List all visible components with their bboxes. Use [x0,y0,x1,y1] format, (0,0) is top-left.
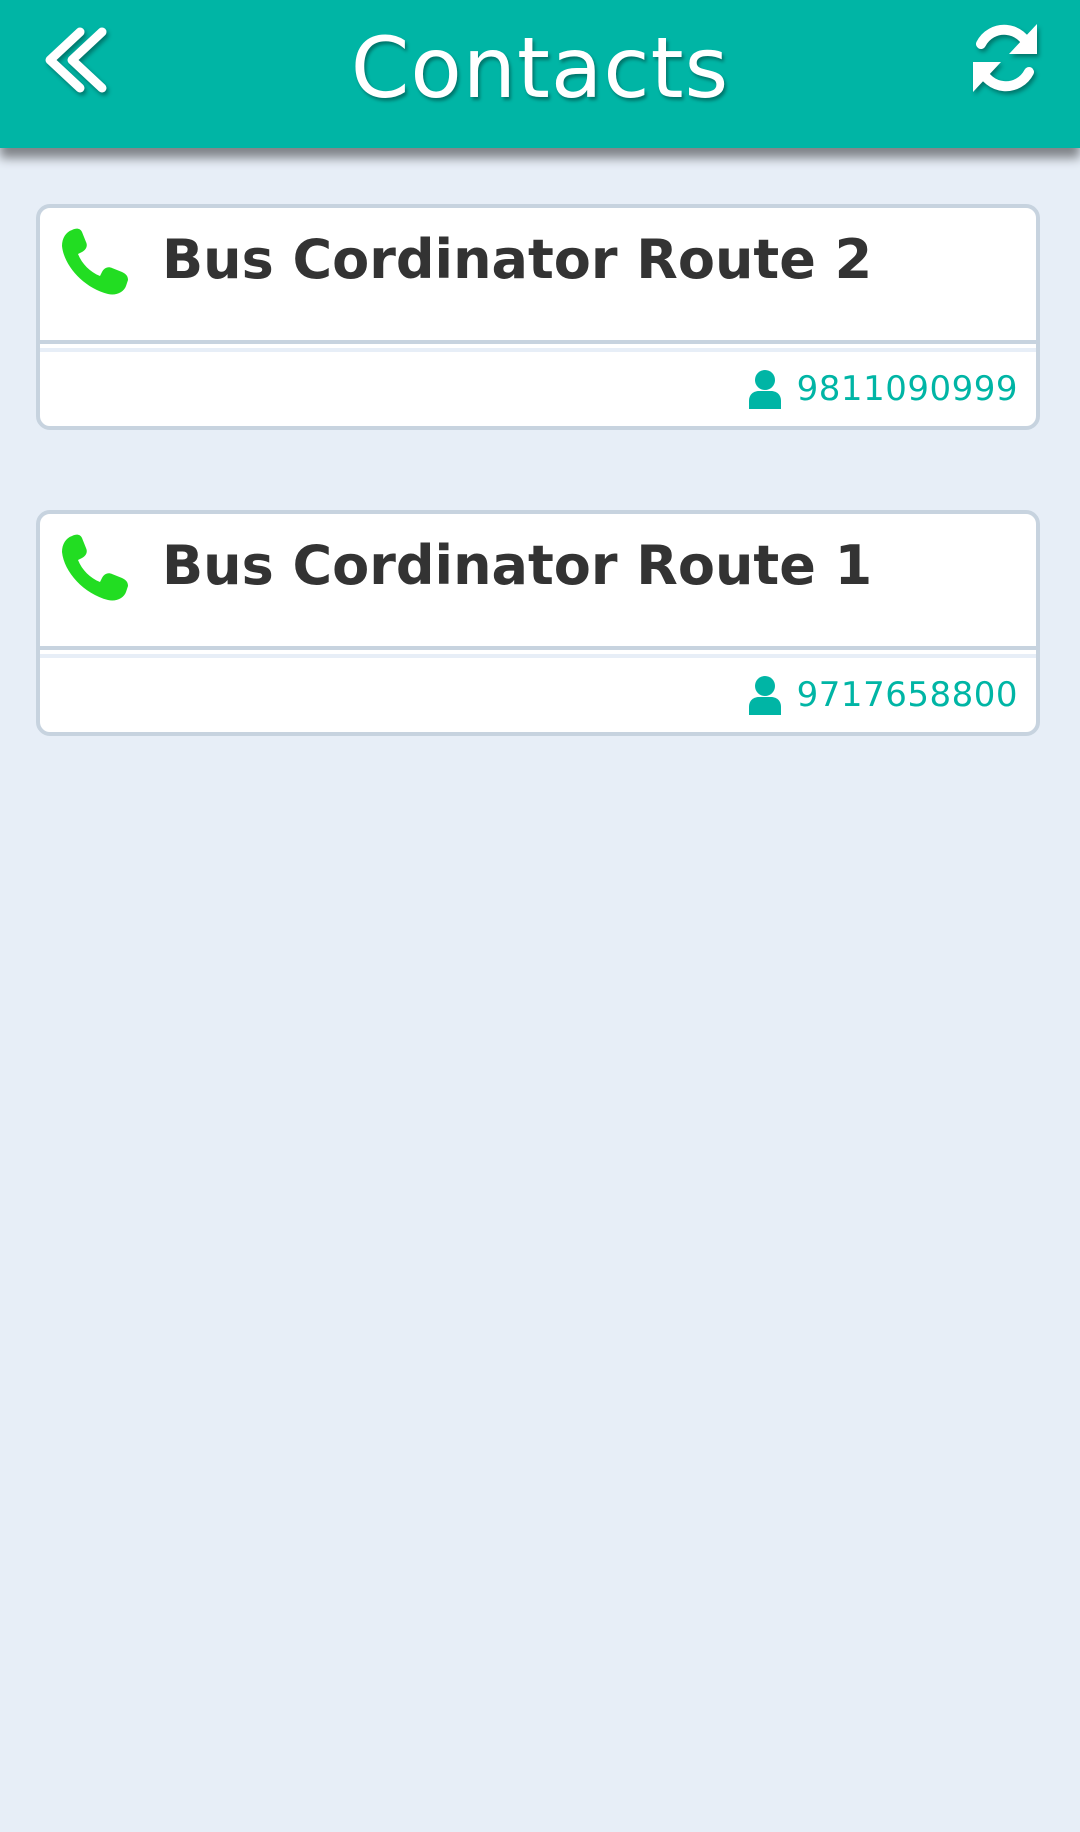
contact-card[interactable]: Bus Cordinator Route 1 9717658800 [36,510,1040,736]
phone-icon[interactable] [58,226,130,298]
contact-phone-number[interactable]: 9811090999 [797,364,1018,414]
contact-card-footer: 9811090999 [40,352,1036,426]
app-header: Contacts [0,0,1080,148]
contact-card-header: Bus Cordinator Route 1 [40,514,1036,650]
phone-icon[interactable] [58,532,130,604]
contacts-screen: Contacts Bus Cordinator Route 2 98110909… [0,0,1080,1832]
contact-card[interactable]: Bus Cordinator Route 2 9811090999 [36,204,1040,430]
contact-phone-row[interactable]: 9811090999 [747,364,1018,414]
contact-phone-number[interactable]: 9717658800 [797,670,1018,720]
refresh-icon [973,24,1037,92]
contact-name: Bus Cordinator Route 2 [162,228,873,291]
page-title: Contacts [350,19,730,117]
refresh-button[interactable] [965,18,1045,98]
user-icon [747,675,783,715]
contact-name: Bus Cordinator Route 1 [162,534,873,597]
contact-card-header: Bus Cordinator Route 2 [40,208,1036,344]
contact-card-footer: 9717658800 [40,658,1036,732]
user-icon [747,369,783,409]
contact-phone-row[interactable]: 9717658800 [747,670,1018,720]
